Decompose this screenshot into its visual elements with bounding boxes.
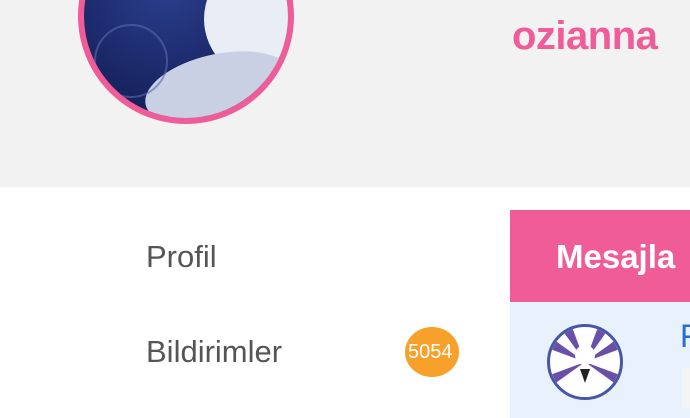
profile-sidebar-menu: Profil Bildirimler 5054 [0,187,500,418]
sender-name[interactable]: F [680,318,690,355]
avatar-photo-detail [94,24,168,98]
sidebar-item-bildirimler[interactable]: Bildirimler [146,334,282,370]
messages-title[interactable]: Mesajla [556,238,675,276]
messages-panel: Mesajla F [510,210,690,418]
user-silhouette-icon [550,327,620,397]
profile-page: ozianna Profil Bildirimler 5054 Mesajla [0,0,690,418]
messages-header: Mesajla [510,210,690,302]
sender-avatar[interactable] [547,324,623,400]
profile-cover: ozianna [0,0,690,187]
sidebar-item-profil[interactable]: Profil [146,239,217,275]
notification-count-badge: 5054 [405,327,459,377]
message-list-item[interactable]: F [510,302,690,418]
profile-avatar[interactable] [78,0,294,124]
profile-username: ozianna [512,14,658,58]
message-preview [682,368,690,408]
